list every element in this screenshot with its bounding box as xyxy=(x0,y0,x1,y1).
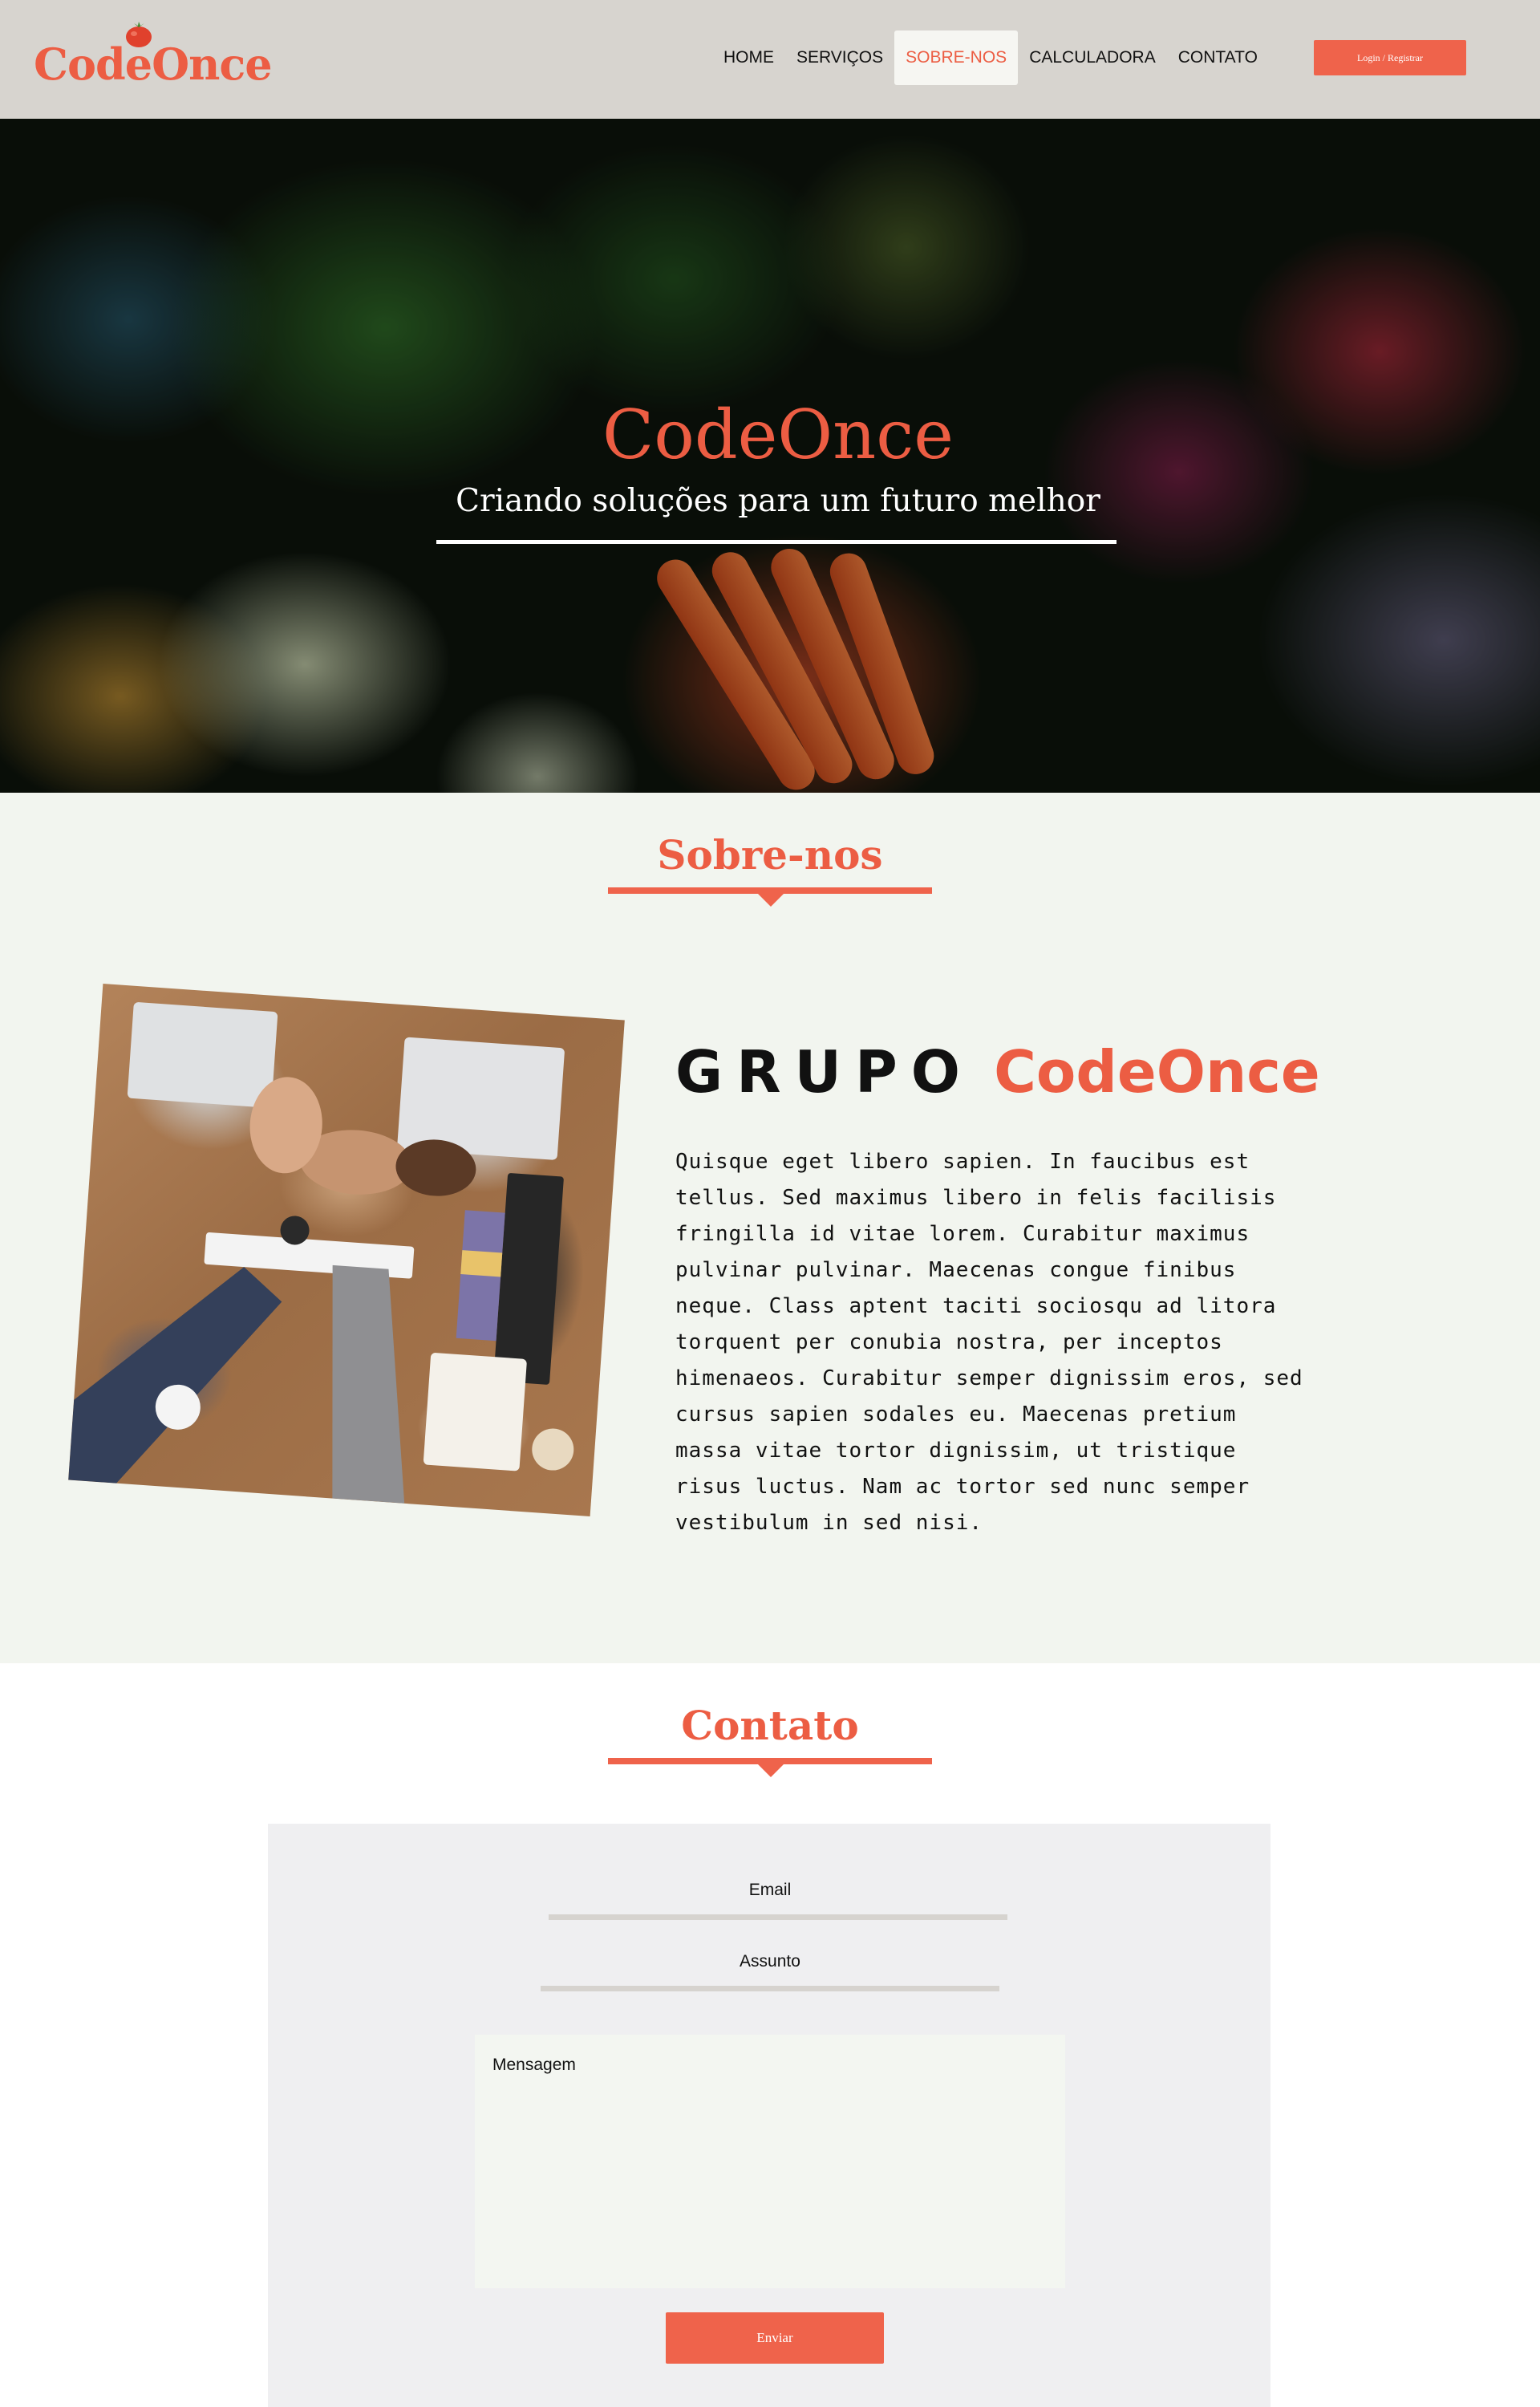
about-paragraph: Quisque eget libero sapien. In faucibus … xyxy=(675,1150,1303,1535)
about-heading: GRUPO CodeOnce xyxy=(675,1038,1320,1106)
subject-field[interactable] xyxy=(541,1986,999,1991)
hero-divider xyxy=(436,540,1116,544)
site-header: CodeOnce HOME SERVIÇOS SOBRE-NOS CALCULA… xyxy=(0,0,1540,119)
contact-title-notch xyxy=(758,1764,784,1777)
team-photo xyxy=(68,984,625,1516)
message-textarea[interactable]: Mensagem xyxy=(475,2035,1065,2288)
hero-title: CodeOnce xyxy=(602,396,954,474)
about-title-notch xyxy=(758,894,784,907)
hero-banner: CodeOnce Criando soluções para um futuro… xyxy=(0,119,1540,793)
nav-sobre-nos[interactable]: SOBRE-NOS xyxy=(894,30,1019,85)
hero-subtitle: Criando soluções para um futuro melhor xyxy=(456,483,1100,519)
nav-home[interactable]: HOME xyxy=(712,30,785,85)
about-heading-word: GRUPO xyxy=(675,1038,974,1106)
send-button[interactable]: Enviar xyxy=(666,2312,884,2364)
nav-servicos[interactable]: SERVIÇOS xyxy=(785,30,894,85)
message-placeholder: Mensagem xyxy=(492,2056,576,2074)
email-label: Email xyxy=(748,1881,792,1899)
subject-label: Assunto xyxy=(740,1952,800,1971)
contact-section-title: Contato xyxy=(681,1702,859,1749)
contact-title-underline xyxy=(608,1758,932,1764)
team-photo-illustration xyxy=(68,1002,574,1504)
about-section-title: Sobre-nos xyxy=(657,831,883,879)
tomato-icon xyxy=(126,22,152,47)
email-field[interactable] xyxy=(549,1914,1007,1920)
login-register-button[interactable]: Login / Registrar xyxy=(1314,40,1466,75)
nav-contato[interactable]: CONTATO xyxy=(1167,30,1269,85)
about-heading-brand: CodeOnce xyxy=(994,1038,1320,1106)
nav-calculadora[interactable]: CALCULADORA xyxy=(1018,30,1167,85)
about-title-underline xyxy=(608,887,932,894)
main-nav: HOME SERVIÇOS SOBRE-NOS CALCULADORA CONT… xyxy=(712,30,1269,85)
